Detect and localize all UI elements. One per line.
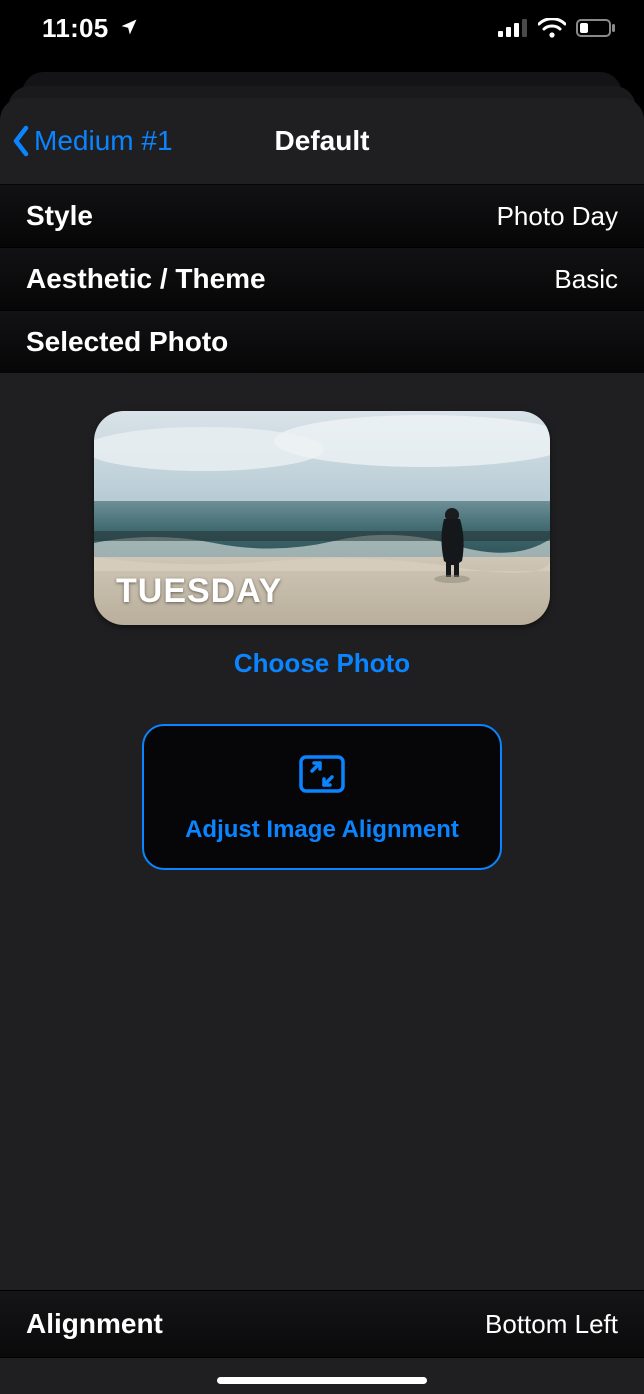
row-theme-label: Aesthetic / Theme bbox=[26, 263, 266, 295]
row-style-label: Style bbox=[26, 200, 93, 232]
adjust-alignment-button[interactable]: Adjust Image Alignment bbox=[142, 724, 502, 870]
widget-day-label: TUESDAY bbox=[116, 572, 282, 611]
alignment-label: Alignment bbox=[26, 1308, 163, 1340]
battery-icon bbox=[576, 19, 616, 37]
choose-photo-button[interactable]: Choose Photo bbox=[228, 647, 416, 680]
back-label: Medium #1 bbox=[34, 125, 173, 157]
navbar: Medium #1 Default bbox=[0, 98, 644, 184]
home-indicator[interactable] bbox=[217, 1377, 427, 1384]
adjust-alignment-label: Adjust Image Alignment bbox=[185, 816, 459, 844]
selected-photo-label: Selected Photo bbox=[26, 326, 228, 358]
back-button[interactable]: Medium #1 bbox=[0, 124, 173, 158]
chevron-left-icon bbox=[10, 124, 32, 158]
row-theme-value: Basic bbox=[554, 264, 618, 295]
row-selected-photo-header: Selected Photo bbox=[0, 310, 644, 373]
cellular-icon bbox=[498, 19, 528, 37]
alignment-value: Bottom Left bbox=[485, 1309, 618, 1340]
row-theme[interactable]: Aesthetic / Theme Basic bbox=[0, 247, 644, 310]
row-style-value: Photo Day bbox=[497, 201, 618, 232]
row-style[interactable]: Style Photo Day bbox=[0, 184, 644, 247]
location-arrow-icon bbox=[119, 13, 139, 44]
status-time: 11:05 bbox=[42, 13, 109, 44]
widget-preview[interactable]: TUESDAY bbox=[94, 411, 550, 625]
settings-sheet: Medium #1 Default Style Photo Day Aesthe… bbox=[0, 98, 644, 1394]
row-alignment[interactable]: Alignment Bottom Left bbox=[0, 1290, 644, 1358]
wifi-icon bbox=[538, 18, 566, 38]
expand-collapse-icon bbox=[298, 754, 346, 794]
status-bar: 11:05 bbox=[0, 0, 644, 56]
